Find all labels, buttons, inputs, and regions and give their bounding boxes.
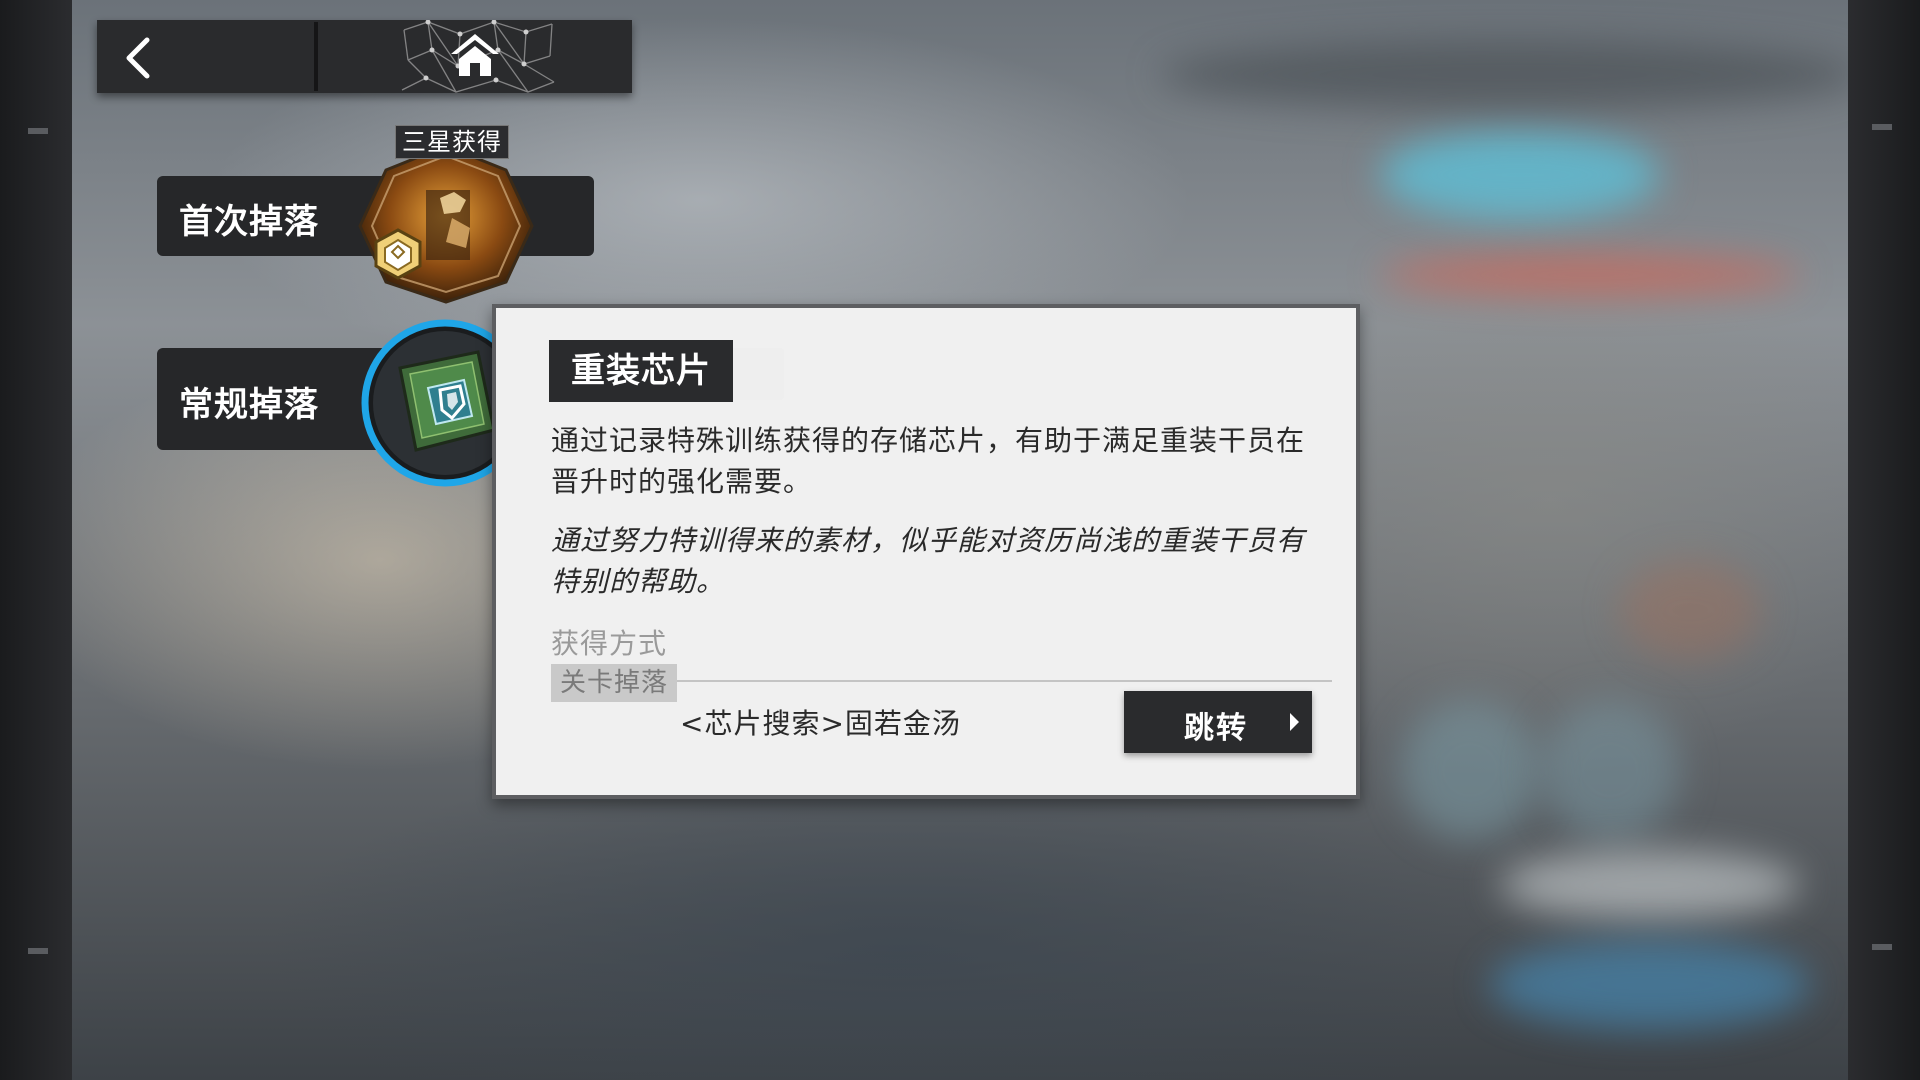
back-button[interactable]	[97, 20, 315, 93]
hexagon-badge-icon	[374, 228, 422, 280]
item-name: 重装芯片	[549, 340, 733, 402]
first-drop-label: 首次掉落	[179, 202, 319, 242]
jump-button[interactable]: 跳转	[1124, 691, 1312, 753]
home-button[interactable]	[318, 20, 632, 93]
stage-drop-tag: 关卡掉落	[551, 664, 678, 702]
obtain-method-label: 获得方式	[551, 627, 668, 660]
item-description: 通过记录特殊训练获得的存储芯片，有助于满足重装干员在晋升时的强化需要。	[551, 424, 1306, 498]
chevron-left-icon	[126, 37, 150, 79]
top-nav-bar	[97, 20, 632, 93]
right-frame-bar	[1848, 0, 1920, 1080]
stage-name: <芯片搜索>固若金汤	[680, 707, 961, 740]
regular-drop-label: 常规掉落	[179, 385, 319, 425]
jump-button-label: 跳转	[1184, 711, 1248, 746]
item-flavor-text: 通过努力特训得来的素材，似乎能对资历尚浅的重装干员有特别的帮助。	[551, 524, 1306, 598]
play-arrow-icon	[1290, 713, 1299, 731]
first-drop-item[interactable]	[356, 140, 536, 305]
furniture-item-icon	[358, 144, 534, 304]
three-star-badge: 三星获得	[395, 125, 509, 159]
left-frame-bar	[0, 0, 72, 1080]
home-icon	[451, 34, 499, 76]
